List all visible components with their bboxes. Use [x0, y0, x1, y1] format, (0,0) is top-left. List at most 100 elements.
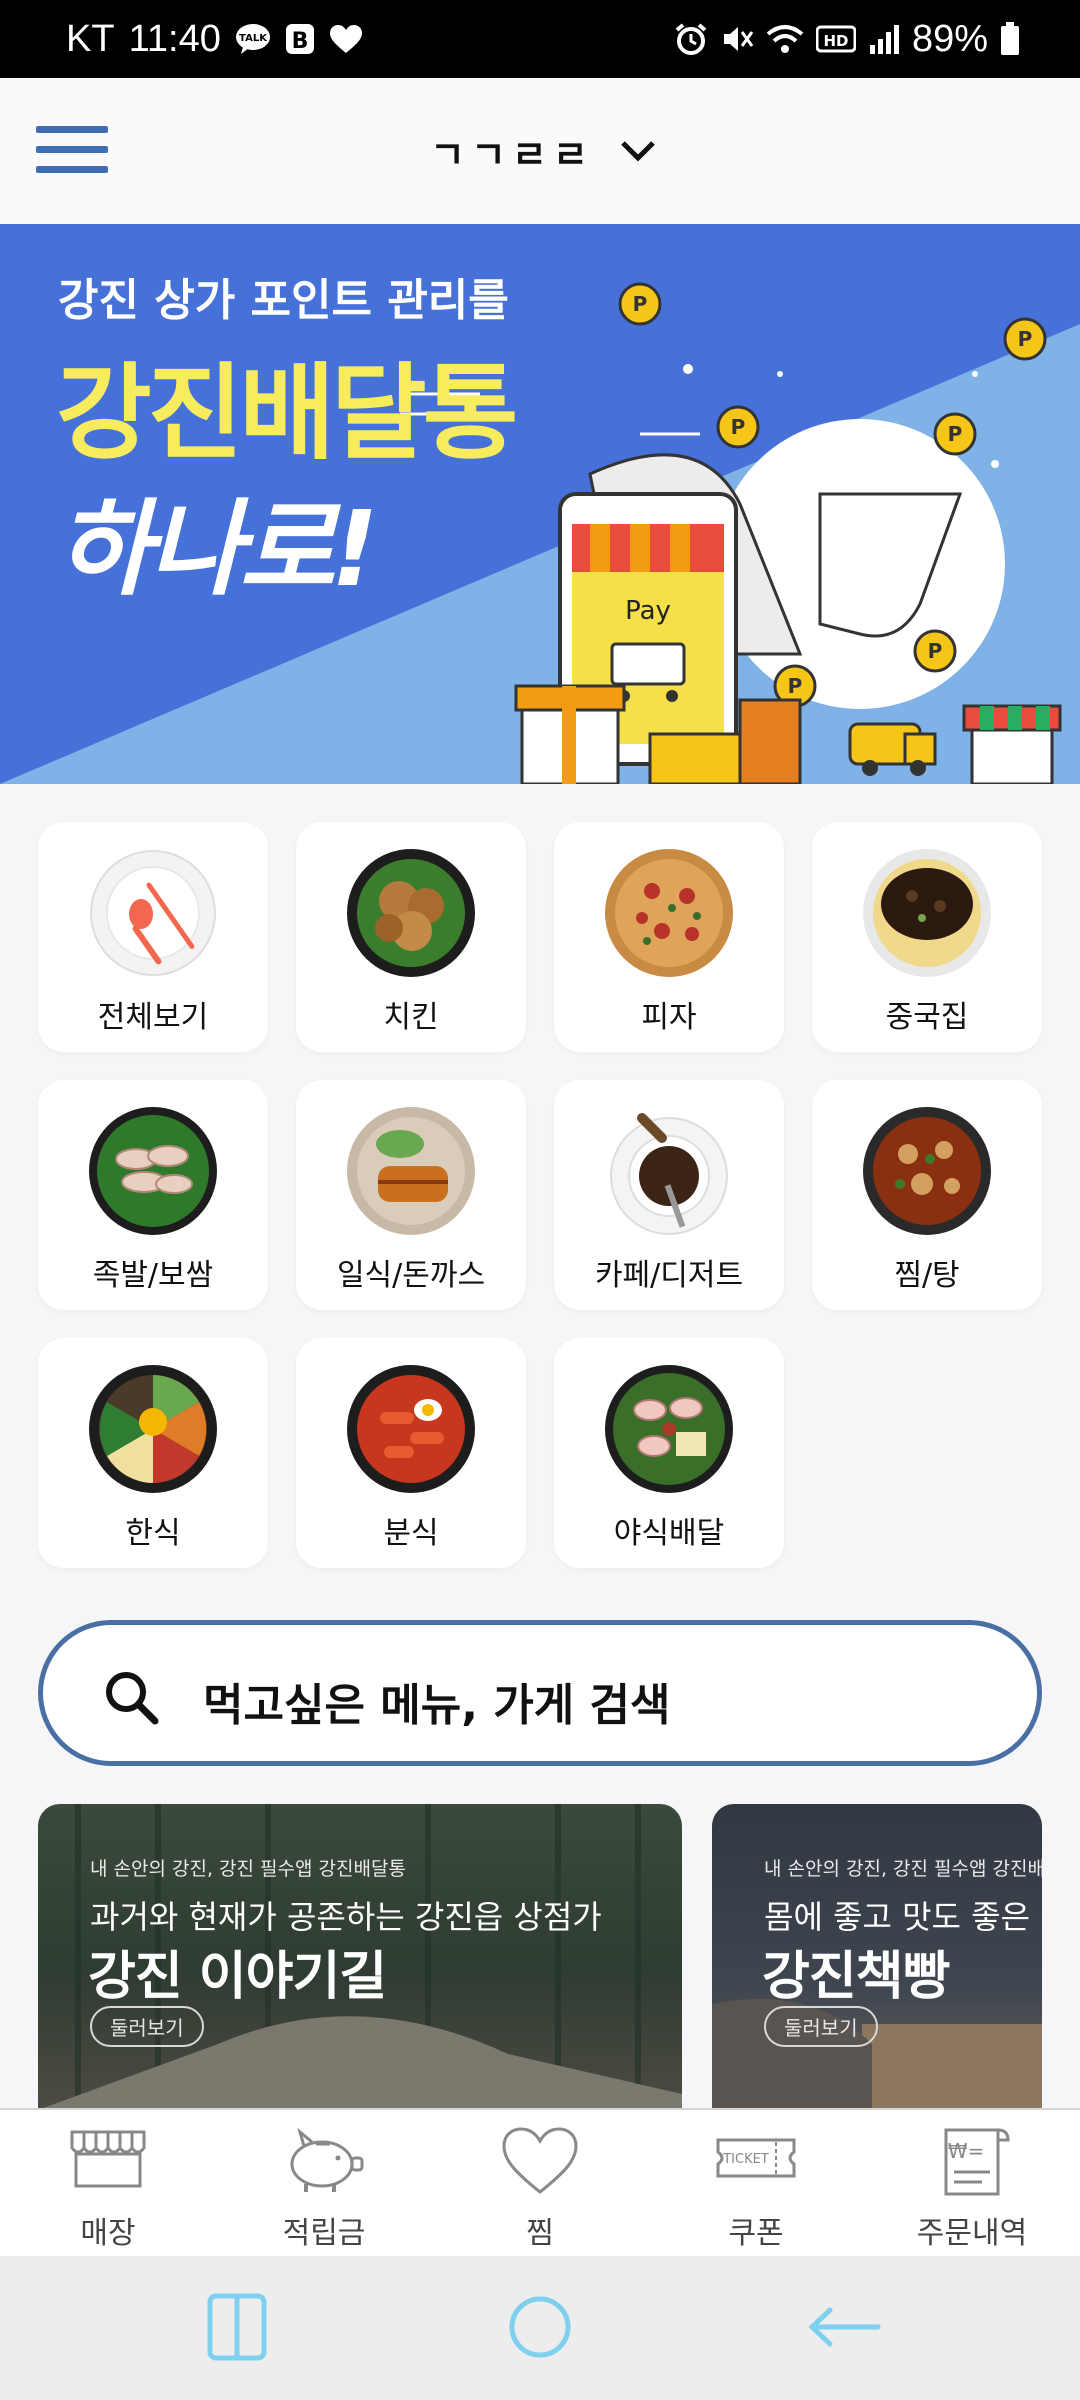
category-label: 전체보기 — [97, 1000, 209, 1035]
svg-text:P: P — [948, 422, 963, 446]
home-icon[interactable] — [506, 2292, 574, 2362]
wifi-icon — [766, 25, 804, 53]
promo-view-button[interactable]: 둘러보기 — [90, 2006, 204, 2047]
tonkatsu-icon — [347, 1107, 475, 1235]
menu-line — [36, 126, 108, 133]
battery-icon — [1001, 22, 1019, 55]
mute-icon — [723, 27, 754, 51]
banner-line-2: 강진배달통 — [56, 352, 518, 474]
system-navigation-bar — [0, 2256, 1080, 2400]
category-all[interactable]: 전체보기 — [38, 822, 268, 1052]
category-cafe-dessert[interactable]: 카페/디저트 — [554, 1080, 784, 1310]
promo-card-story-street[interactable]: 내 손안의 강진, 강진 필수앱 강진배달통 과거와 현재가 공존하는 강진읍 … — [38, 1804, 682, 2110]
promo-carousel[interactable]: 내 손안의 강진, 강진 필수앱 강진배달통 과거와 현재가 공존하는 강진읍 … — [0, 1804, 1080, 2110]
store-icon — [70, 2130, 146, 2188]
alarm-icon — [675, 23, 707, 55]
bibimbap-icon — [89, 1365, 217, 1493]
nav-label: 찜 — [526, 2216, 554, 2251]
jokbal-icon — [89, 1107, 217, 1235]
search-placeholder: 먹고싶은 메뉴, 가게 검색 — [203, 1680, 671, 1731]
plate-icon — [90, 850, 216, 976]
category-late-night[interactable]: 야식배달 — [554, 1338, 784, 1568]
receipt-icon: ₩= — [944, 2128, 1010, 2196]
nav-label: 매장 — [80, 2216, 136, 2251]
phone-pay-label: Pay — [625, 596, 671, 626]
nav-coupon[interactable]: TICKET 쿠폰 — [648, 2110, 864, 2256]
category-jjim-tang[interactable]: 찜/탕 — [812, 1080, 1042, 1310]
promo-subtitle: 과거와 현재가 공존하는 강진읍 상점가 — [90, 1898, 602, 1936]
app-screen: KT 11:40 TALK B HD 89% ㄱㄱㄹㄹ Pay P P P P … — [0, 0, 1080, 2400]
nav-points[interactable]: 적립금 — [216, 2110, 432, 2256]
category-label: 중국집 — [885, 1000, 969, 1035]
coffee-icon — [610, 1113, 728, 1235]
platter-icon — [605, 1365, 733, 1493]
region-selector[interactable]: ㄱㄱㄹㄹ — [430, 118, 656, 184]
svg-text:P: P — [731, 415, 746, 439]
category-korean[interactable]: 한식 — [38, 1338, 268, 1568]
category-label: 피자 — [641, 1000, 697, 1035]
category-label: 일식/돈까스 — [336, 1258, 486, 1293]
promo-title: 강진책빵 — [762, 1947, 950, 2007]
svg-text:TALK: TALK — [239, 33, 268, 44]
category-label: 분식 — [383, 1516, 439, 1551]
jajangmyeon-icon — [863, 849, 991, 977]
promo-view-button[interactable]: 둘러보기 — [764, 2006, 878, 2047]
hd-icon: HD — [815, 25, 856, 53]
category-pizza[interactable]: 피자 — [554, 822, 784, 1052]
heart-icon — [502, 2127, 578, 2194]
category-japanese[interactable]: 일식/돈까스 — [296, 1080, 526, 1310]
search-icon — [106, 1672, 159, 1725]
b-icon: B — [285, 24, 314, 54]
svg-text:HD: HD — [823, 32, 848, 50]
bottom-navigation: 매장 적립금 찜 TICKET 쿠폰 ₩= 주문내역 — [0, 2108, 1080, 2256]
category-label: 족발/보쌈 — [92, 1258, 214, 1293]
carrier-text: KT — [66, 17, 115, 60]
svg-text:P: P — [633, 292, 648, 316]
menu-line — [36, 166, 108, 173]
nav-label: 적립금 — [282, 2216, 366, 2251]
status-bar: KT 11:40 TALK B HD 89% — [0, 0, 1080, 78]
ticket-icon-text: TICKET — [722, 2152, 769, 2167]
recents-icon[interactable] — [206, 2292, 268, 2362]
category-label: 야식배달 — [613, 1516, 725, 1551]
svg-text:P: P — [928, 639, 943, 663]
category-jokbal-bossam[interactable]: 족발/보쌈 — [38, 1080, 268, 1310]
back-icon[interactable] — [806, 2292, 882, 2362]
category-chicken[interactable]: 치킨 — [296, 822, 526, 1052]
svg-text:P: P — [1018, 327, 1033, 351]
talk-icon: TALK — [235, 24, 270, 54]
receipt-icon-text: ₩= — [948, 2139, 985, 2163]
nav-label: 주문내역 — [916, 2216, 1028, 2251]
piggy-bank-icon — [290, 2127, 364, 2192]
category-chinese[interactable]: 중국집 — [812, 822, 1042, 1052]
time-text: 11:40 — [128, 17, 221, 60]
nav-store[interactable]: 매장 — [0, 2110, 216, 2256]
braised-dish-icon — [863, 1107, 991, 1235]
promo-tagline: 내 손안의 강진, 강진 필수앱 강진배달통 — [90, 1858, 406, 1880]
nav-label: 쿠폰 — [728, 2216, 784, 2251]
promo-subtitle: 몸에 좋고 맛도 좋은 강진 — [764, 1898, 1042, 1936]
menu-line — [36, 146, 108, 153]
category-label: 카페/디저트 — [594, 1258, 744, 1293]
chevron-down-icon — [621, 141, 655, 162]
svg-text:P: P — [788, 674, 803, 698]
hamburger-menu-button[interactable] — [36, 126, 108, 178]
heart-icon — [329, 25, 362, 53]
chicken-dish-icon — [347, 849, 475, 977]
promo-card-bread[interactable]: 내 손안의 강진, 강진 필수앱 강진배 몸에 좋고 맛도 좋은 강진 강진책빵… — [712, 1804, 1042, 2110]
nav-favorites[interactable]: 찜 — [432, 2110, 648, 2256]
nav-order-history[interactable]: ₩= 주문내역 — [864, 2110, 1080, 2256]
signal-icon — [869, 25, 899, 54]
promo-banner[interactable]: Pay P P P P P P 강진 상가 포인트 관리를 강진배달통 하나로! — [0, 224, 1080, 784]
svg-text:B: B — [291, 29, 308, 54]
banner-line-3: 하나로! — [56, 488, 378, 610]
tteokbokki-icon — [347, 1365, 475, 1493]
app-header: ㄱㄱㄹㄹ — [0, 78, 1080, 224]
ticket-icon: TICKET — [716, 2138, 796, 2178]
category-snack[interactable]: 분식 — [296, 1338, 526, 1568]
search-input[interactable]: 먹고싶은 메뉴, 가게 검색 — [38, 1620, 1042, 1766]
category-label: 한식 — [125, 1516, 181, 1551]
battery-text: 89% — [911, 17, 988, 60]
category-label: 찜/탕 — [894, 1258, 960, 1293]
banner-line-1: 강진 상가 포인트 관리를 — [58, 275, 509, 326]
